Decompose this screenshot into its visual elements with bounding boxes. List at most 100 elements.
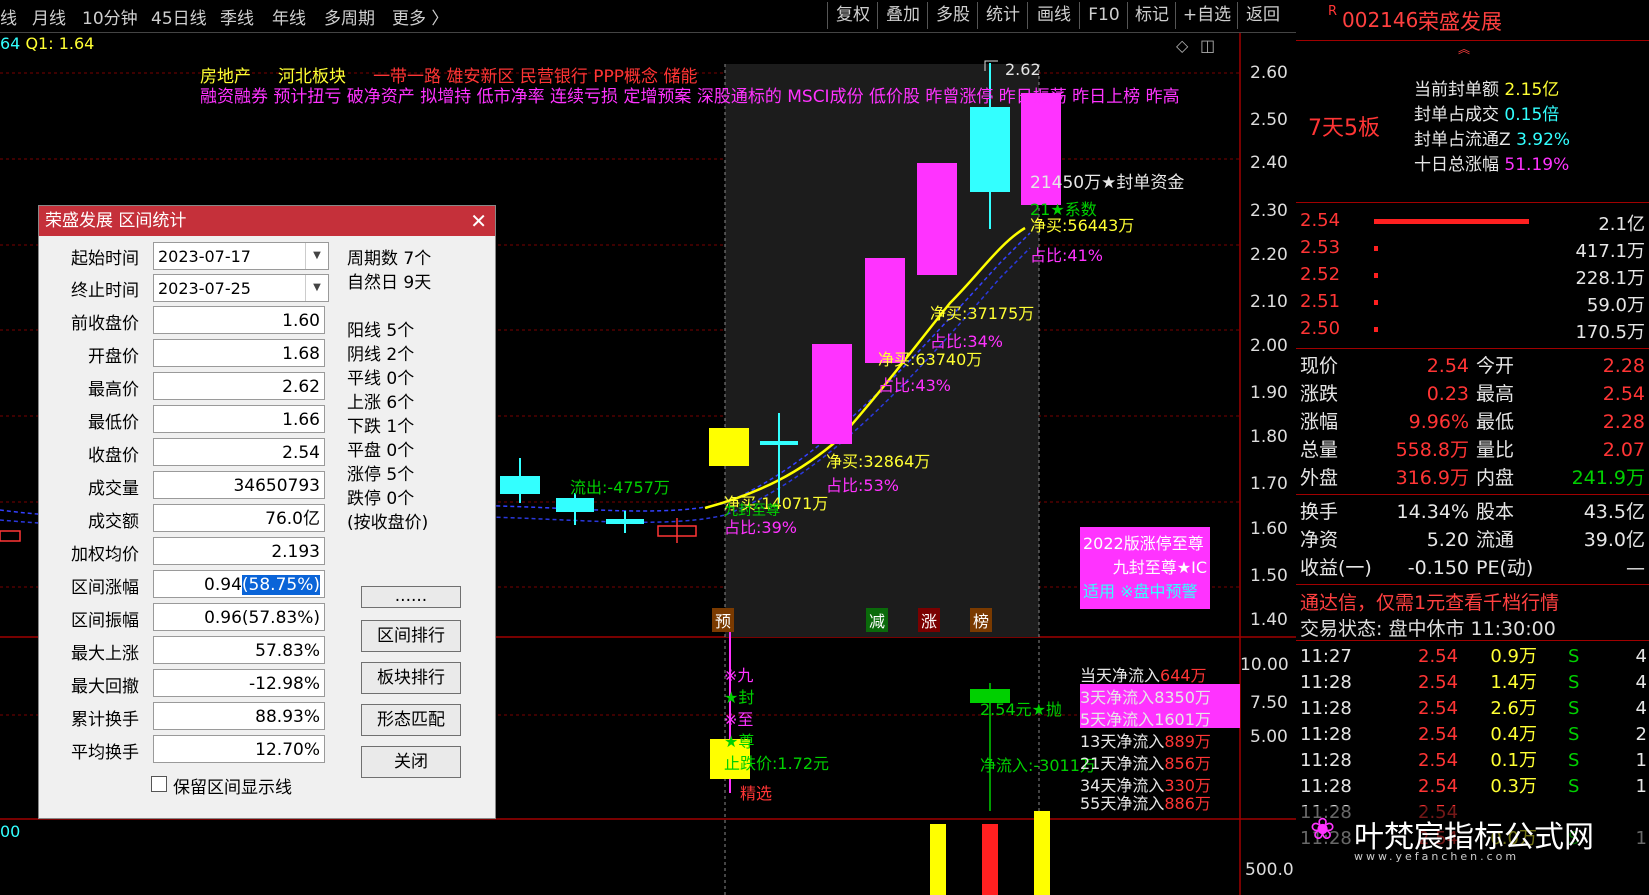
price-tick: 2.00: [1250, 336, 1288, 356]
period-quarter-tab[interactable]: 季线: [220, 4, 254, 29]
outflow-label: 流出:-4757万: [570, 478, 670, 497]
marker-rise[interactable]: 涨: [918, 608, 941, 632]
marker-pre[interactable]: 预: [712, 608, 735, 632]
period-10min-tab[interactable]: 10分钟: [82, 4, 138, 29]
bid-volume: 417.1万: [1575, 241, 1645, 262]
max-rise-field[interactable]: 57.83%: [153, 636, 325, 664]
quote-value: 43.5亿: [1583, 501, 1645, 523]
draw-line-button[interactable]: 画线: [1027, 2, 1080, 29]
interval-change-field[interactable]: 0.94(58.75%): [153, 570, 325, 598]
prev-close-field[interactable]: 1.60: [153, 306, 325, 334]
diamond-icon[interactable]: ◇: [1176, 36, 1188, 55]
tick-volume: 0.4万: [1490, 724, 1537, 745]
bid-row[interactable]: 2.51 59.0万: [1296, 289, 1649, 316]
chevron-down-icon[interactable]: ▼: [305, 275, 328, 301]
bid-row[interactable]: 2.53 417.1万: [1296, 235, 1649, 262]
period-daily-tab[interactable]: 线: [0, 4, 17, 29]
avg-turnover-field[interactable]: 12.70%: [153, 735, 325, 763]
tick-price: 2.54: [1418, 776, 1459, 797]
natural-days: 自然日 9天: [347, 273, 432, 293]
close-icon[interactable]: ✕: [470, 206, 487, 236]
quote-row: 换手 14.34% 股本 43.5亿: [1296, 498, 1649, 526]
net-inflow-label: 净流入:-3011万: [980, 756, 1096, 775]
bid-volume-bar: [1374, 219, 1529, 224]
high-field[interactable]: 2.62: [153, 372, 325, 400]
dialog-title: 荣盛发展 区间统计: [45, 211, 187, 231]
quote-panel: R 002146 荣盛发展 ︽ 7天5板 当前封单额 2.15亿 封单占成交 0…: [1296, 0, 1649, 895]
flow-row: 21天净流入856万: [1080, 754, 1211, 773]
ratio-label: 占比:41%: [1030, 246, 1103, 265]
ratio-label: 占比:43%: [878, 376, 951, 395]
chevron-up-icon[interactable]: ︽: [1458, 40, 1470, 57]
stat-line: 平线 0个: [347, 369, 415, 389]
tick-time: 11:27: [1300, 646, 1352, 667]
stock-header: R 002146 荣盛发展 ︽: [1296, 0, 1649, 56]
amount-field[interactable]: 76.0亿: [153, 504, 325, 532]
tick-price: 2.54: [1418, 646, 1459, 667]
sector-rank-button[interactable]: 板块排行: [361, 662, 461, 694]
avg-price-field[interactable]: 2.193: [153, 537, 325, 565]
mark-button[interactable]: 标记: [1127, 2, 1176, 29]
net-inflow-list: 当天净流入644万 3天净流入8350万 5天净流入1601万 13天净流入88…: [1080, 662, 1240, 813]
bid-volume-bar: [1374, 300, 1378, 305]
close-field[interactable]: 2.54: [153, 438, 325, 466]
tick-side: S: [1568, 750, 1580, 771]
restore-rights-button[interactable]: 复权: [827, 2, 878, 29]
interval-rank-button[interactable]: 区间排行: [361, 620, 461, 652]
start-time-label: 起始时间: [71, 249, 139, 269]
cum-turnover-field[interactable]: 88.93%: [153, 702, 325, 730]
max-drawdown-field[interactable]: -12.98%: [153, 669, 325, 697]
tick-time: 11:28: [1300, 750, 1352, 771]
period-45day-tab[interactable]: 45日线: [151, 4, 207, 29]
quote-label: 总量: [1300, 439, 1339, 461]
limit-up-promo[interactable]: 2022版涨停至尊 九封至尊★IC 适用 ※盘中预警: [1080, 527, 1210, 609]
multi-period-tab[interactable]: 多周期: [324, 4, 375, 29]
close-button[interactable]: 关闭: [361, 746, 461, 778]
open-field[interactable]: 1.68: [153, 339, 325, 367]
net-buy-label: 净买:37175万: [930, 304, 1035, 323]
level2-promo-link[interactable]: 通达信，仅需1元查看千档行情: [1300, 588, 1559, 615]
statistics-button[interactable]: 统计: [977, 2, 1028, 29]
quote-value: 0.23: [1426, 383, 1469, 405]
tick-side: S: [1568, 698, 1580, 719]
period-monthly-tab[interactable]: 月线: [32, 4, 66, 29]
layout-icon[interactable]: ◫: [1200, 36, 1215, 55]
bid-row[interactable]: 2.52 228.1万: [1296, 262, 1649, 289]
tick-price: 2.54: [1418, 672, 1459, 693]
keep-interval-checkbox[interactable]: [151, 776, 167, 792]
bid-row[interactable]: 2.54 2.1亿: [1296, 208, 1649, 235]
lotus-icon: ❀: [1310, 812, 1336, 847]
interval-stats-dialog: 荣盛发展 区间统计 ✕ 起始时间 2023-07-17 ▼ 终止时间 2023-0…: [38, 205, 496, 819]
quote-value: 241.9万: [1571, 467, 1645, 489]
period-year-tab[interactable]: 年线: [272, 4, 306, 29]
add-watchlist-button[interactable]: +自选: [1175, 2, 1238, 29]
marker-list[interactable]: 榜: [970, 608, 993, 632]
more-menu[interactable]: 更多 〉: [392, 4, 448, 29]
bid-row[interactable]: 2.50 170.5万: [1296, 316, 1649, 343]
amplitude-field[interactable]: 0.96(57.83%): [153, 603, 325, 631]
flow-row: 当天净流入644万: [1080, 666, 1207, 685]
chevron-down-icon[interactable]: ▼: [305, 243, 328, 269]
overlay-button[interactable]: 叠加: [877, 2, 928, 29]
tick-volume: 1.4万: [1490, 672, 1537, 693]
price-tick: 2.20: [1250, 245, 1288, 265]
nine-seal-label: 九封至尊: [724, 503, 780, 519]
tick-row: 11:28 2.54 0.3万 S 1: [1296, 774, 1649, 800]
marker-reduce[interactable]: 减: [866, 608, 889, 632]
tick-row: 11:28 2.54 0.4万 S 2: [1296, 722, 1649, 748]
more-options-button[interactable]: ......: [361, 586, 461, 608]
back-button[interactable]: 返回: [1237, 2, 1288, 29]
start-date-picker[interactable]: 2023-07-17 ▼: [153, 242, 329, 270]
low-field[interactable]: 1.66: [153, 405, 325, 433]
tick-row: 11:28 2.54 0.1万 S 1: [1296, 748, 1649, 774]
multi-stock-button[interactable]: 多股: [927, 2, 978, 29]
f10-button[interactable]: F10: [1079, 2, 1128, 29]
pattern-match-button[interactable]: 形态匹配: [361, 704, 461, 736]
watermark-url: www.yefanchen.com: [1354, 850, 1520, 863]
bid-volume-bar: [1374, 327, 1378, 332]
stat-line: 上涨 6个: [347, 393, 415, 413]
volume-field[interactable]: 34650793: [153, 471, 325, 499]
end-date-picker[interactable]: 2023-07-25 ▼: [153, 274, 329, 302]
quote-row: 涨幅 9.96% 最低 2.28: [1296, 408, 1649, 436]
quote-value: 316.9万: [1395, 467, 1469, 489]
